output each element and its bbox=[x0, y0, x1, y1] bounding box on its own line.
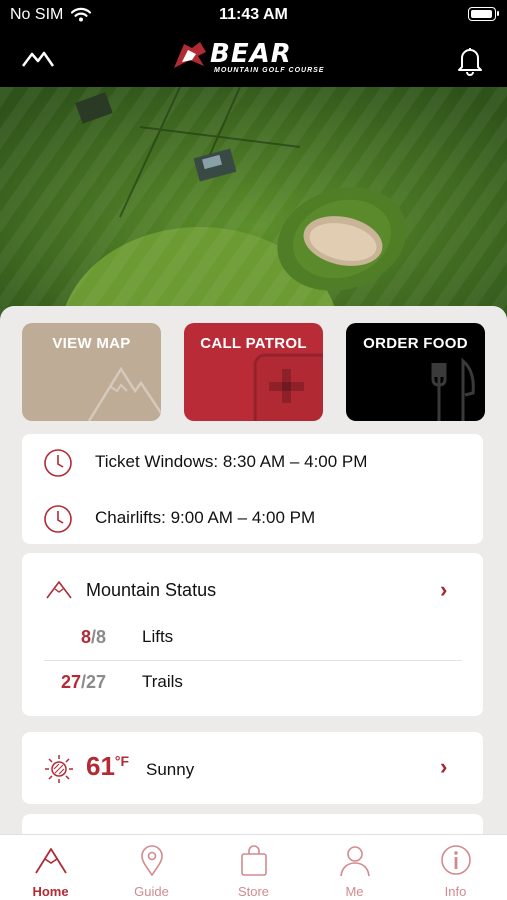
tab-store[interactable]: Store bbox=[203, 835, 304, 900]
chairlifts-hours: Chairlifts: 9:00 AM – 4:00 PM bbox=[95, 508, 316, 527]
lifts-row: 8/8 Lifts bbox=[44, 616, 462, 660]
tab-home-label: Home bbox=[32, 884, 69, 899]
status-bar: No SIM 11:43 AM bbox=[0, 0, 507, 30]
ticket-windows-hours: Ticket Windows: 8:30 AM – 4:00 PM bbox=[95, 452, 368, 471]
view-map-label: VIEW MAP bbox=[52, 335, 131, 352]
call-patrol-button[interactable]: CALL PATROL bbox=[184, 323, 323, 421]
lifts-count: 8/8 bbox=[80, 627, 106, 647]
golf-course-image bbox=[0, 87, 507, 320]
weather-condition: Sunny bbox=[146, 760, 195, 779]
map-pin-icon bbox=[141, 845, 163, 877]
temperature: 61°F bbox=[86, 751, 130, 781]
mountain-icon bbox=[46, 581, 72, 599]
chevron-right-icon[interactable]: › bbox=[440, 754, 447, 780]
call-patrol-label: CALL PATROL bbox=[200, 335, 307, 352]
hero-image bbox=[0, 87, 507, 320]
tab-info[interactable]: Info bbox=[405, 835, 506, 900]
tab-info-label: Info bbox=[444, 884, 467, 899]
order-food-label: ORDER FOOD bbox=[363, 335, 468, 352]
top-bar: No SIM 11:43 AM BEAR MOUNTAIN GOLF COURS… bbox=[0, 0, 507, 87]
brand-logo: BEAR MOUNTAIN GOLF COURSE bbox=[170, 38, 338, 78]
tab-me[interactable]: Me bbox=[304, 835, 405, 900]
info-icon bbox=[441, 845, 471, 875]
brand-name: BEAR bbox=[210, 39, 292, 69]
lifts-label: Lifts bbox=[142, 627, 174, 646]
bear-logo-icon bbox=[174, 42, 206, 68]
trails-count: 27/27 bbox=[60, 672, 106, 692]
hours-row: Chairlifts: 9:00 AM – 4:00 PM bbox=[22, 498, 483, 538]
weather-card[interactable]: 61°F Sunny › bbox=[22, 732, 483, 804]
shopping-bag-icon bbox=[241, 845, 267, 876]
mountain-icon bbox=[87, 366, 161, 421]
mountain-icon[interactable] bbox=[20, 42, 56, 78]
view-map-button[interactable]: VIEW MAP bbox=[22, 323, 161, 421]
hours-row: Ticket Windows: 8:30 AM – 4:00 PM bbox=[22, 442, 483, 482]
chevron-right-icon[interactable]: › bbox=[440, 577, 447, 603]
tab-home[interactable]: Home bbox=[0, 835, 101, 900]
bell-icon[interactable] bbox=[452, 42, 488, 78]
trails-row: 27/27 Trails bbox=[44, 661, 462, 705]
trails-label: Trails bbox=[142, 672, 183, 691]
mountain-icon bbox=[35, 848, 67, 874]
clock-icon bbox=[44, 449, 72, 477]
battery-icon bbox=[468, 7, 499, 21]
mountain-status-title: Mountain Status bbox=[86, 580, 217, 600]
fork-knife-icon bbox=[431, 357, 475, 421]
plus-icon bbox=[253, 353, 323, 421]
user-icon bbox=[340, 846, 370, 877]
tab-store-label: Store bbox=[237, 884, 270, 899]
tab-me-label: Me bbox=[345, 884, 364, 899]
sun-icon bbox=[45, 755, 73, 783]
tab-guide[interactable]: Guide bbox=[101, 835, 202, 900]
mountain-status-card[interactable]: Mountain Status › 8/8 Lifts 27/27 Trails bbox=[22, 553, 483, 716]
brand-tagline: MOUNTAIN GOLF COURSE bbox=[214, 67, 325, 74]
tab-bar: Home Guide Store Me Info bbox=[0, 834, 507, 900]
tab-guide-label: Guide bbox=[134, 884, 169, 899]
hours-card: Ticket Windows: 8:30 AM – 4:00 PM Chairl… bbox=[22, 434, 483, 544]
status-time: 11:43 AM bbox=[219, 6, 288, 23]
clock-icon bbox=[44, 505, 72, 533]
order-food-button[interactable]: ORDER FOOD bbox=[346, 323, 485, 421]
